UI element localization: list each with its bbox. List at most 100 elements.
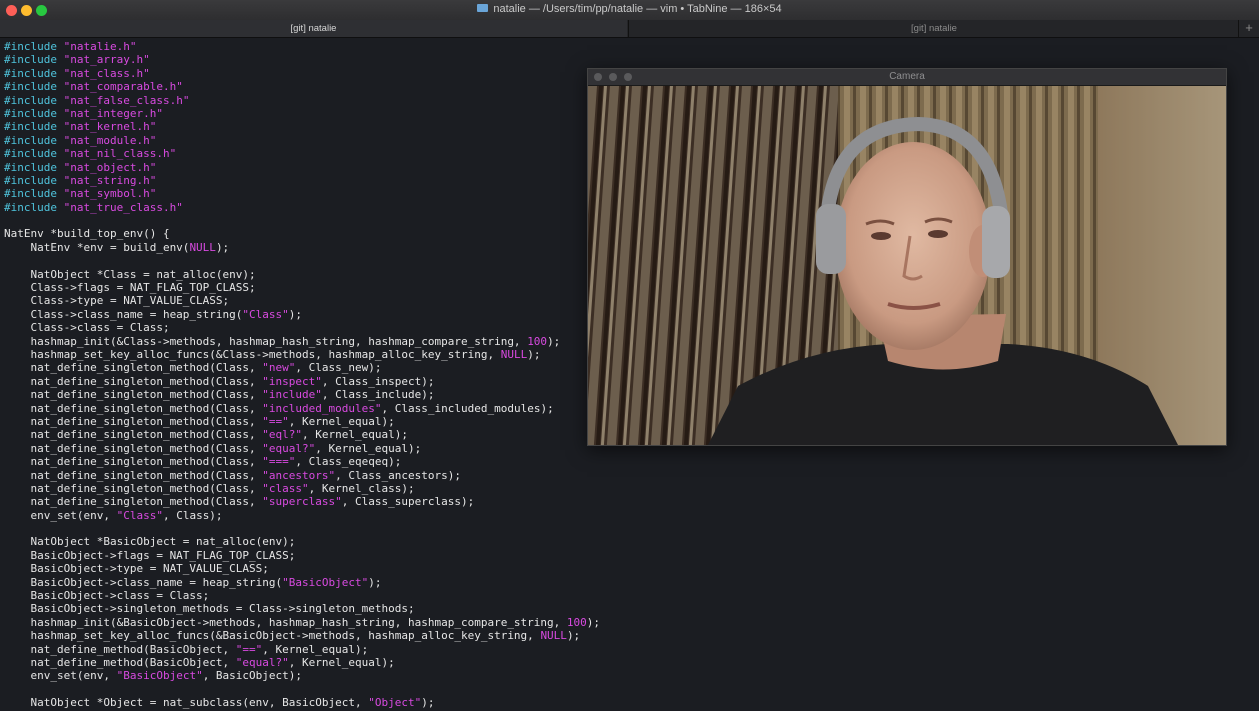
code-token: #include <box>4 133 64 147</box>
code-token: env_set(env, <box>4 508 117 522</box>
code-token: #include <box>4 93 64 107</box>
code-token: "inspect" <box>262 374 322 388</box>
code-token: "BasicObject" <box>116 669 203 683</box>
code-token: nat_define_singleton_method(Class, <box>4 414 263 428</box>
code-line: #include "nat_string.h" <box>4 174 624 187</box>
code-token: ); <box>547 334 561 348</box>
code-line: env_set(env, "BasicObject", BasicObject)… <box>4 669 624 682</box>
code-line: NatEnv *build_top_env() { <box>4 227 624 240</box>
code-token: Class->type = NAT_VALUE_CLASS; <box>4 294 230 308</box>
code-token: , Class_inspect); <box>321 374 435 388</box>
code-line: env_set(env, "Class", Class); <box>4 509 624 522</box>
code-line: hashmap_init(&BasicObject->methods, hash… <box>4 616 624 629</box>
code-token: nat_define_singleton_method(Class, <box>4 361 263 375</box>
code-line: NatObject *Class = nat_alloc(env); <box>4 268 624 281</box>
code-token: nat_define_singleton_method(Class, <box>4 388 263 402</box>
code-token: , Class_new); <box>295 361 382 375</box>
code-line: #include "nat_true_class.h" <box>4 201 624 214</box>
code-line: Class->class = Class; <box>4 321 624 334</box>
code-line: #include "nat_comparable.h" <box>4 80 624 93</box>
code-token: , Class_ancestors); <box>335 468 461 482</box>
code-line: nat_define_singleton_method(Class, "incl… <box>4 402 624 415</box>
code-token: nat_define_method(BasicObject, <box>4 655 236 669</box>
code-token: ); <box>527 347 541 361</box>
code-token: BasicObject->flags = NAT_FLAG_TOP_CLASS; <box>4 548 296 562</box>
code-line: #include "natalie.h" <box>4 40 624 53</box>
code-token: hashmap_set_key_alloc_funcs(&Class->meth… <box>4 347 501 361</box>
code-line: #include "nat_nil_class.h" <box>4 147 624 160</box>
code-line: Class->flags = NAT_FLAG_TOP_CLASS; <box>4 281 624 294</box>
code-token: "included_modules" <box>262 401 382 415</box>
code-line: #include "nat_array.h" <box>4 53 624 66</box>
code-token: BasicObject->type = NAT_VALUE_CLASS; <box>4 562 269 576</box>
new-tab-button[interactable]: + <box>1238 20 1259 37</box>
folder-icon <box>477 4 489 12</box>
code-token: #include <box>4 200 64 214</box>
code-line: nat_define_singleton_method(Class, "==",… <box>4 415 624 428</box>
code-token: nat_define_singleton_method(Class, <box>4 401 263 415</box>
code-token: BasicObject->class = Class; <box>4 589 210 603</box>
code-token: "natalie.h" <box>63 40 137 53</box>
code-token: nat_define_singleton_method(Class, <box>4 481 263 495</box>
code-token: "equal?" <box>235 655 289 669</box>
code-token: #include <box>4 80 64 94</box>
code-token: "new" <box>262 361 296 375</box>
code-line: nat_define_singleton_method(Class, "clas… <box>4 482 624 495</box>
code-token: "nat_comparable.h" <box>63 80 183 94</box>
code-token: hashmap_init(&BasicObject->methods, hash… <box>4 615 567 629</box>
camera-window[interactable]: Camera <box>587 68 1227 446</box>
code-token: #include <box>4 66 64 80</box>
code-token: NatObject *Object = nat_subclass(env, Ba… <box>4 696 369 710</box>
camera-video-feed <box>588 86 1226 445</box>
code-token: "==" <box>235 642 263 656</box>
code-line: BasicObject->class_name = heap_string("B… <box>4 576 624 589</box>
code-token: "==" <box>262 414 289 428</box>
code-token: "===" <box>262 455 296 469</box>
code-line: #include "nat_integer.h" <box>4 107 624 120</box>
code-token: NatObject *Class = nat_alloc(env); <box>4 267 256 281</box>
code-token: #include <box>4 40 64 53</box>
code-editor[interactable]: #include "natalie.h" #include "nat_array.… <box>4 40 624 711</box>
code-line: #include "nat_symbol.h" <box>4 187 624 200</box>
code-token: , Class); <box>162 508 223 522</box>
code-line: nat_define_singleton_method(Class, "==="… <box>4 455 624 468</box>
code-token: #include <box>4 173 64 187</box>
code-token: NatEnv *env = build_env( <box>4 240 190 254</box>
code-token: , Kernel_equal); <box>315 441 422 455</box>
tab-natalie-inactive[interactable]: [git] natalie <box>628 20 1239 37</box>
tab-natalie-active[interactable]: [git] natalie <box>0 20 627 37</box>
code-token: "eql?" <box>262 428 303 442</box>
code-line: NatObject *BasicObject = nat_alloc(env); <box>4 535 624 548</box>
code-token: "nat_nil_class.h" <box>63 147 177 161</box>
code-token: , Class_eqeqeq); <box>295 455 402 469</box>
code-line: #include "nat_kernel.h" <box>4 120 624 133</box>
code-token: 100 <box>527 334 548 348</box>
code-token: #include <box>4 160 64 174</box>
code-token: ); <box>421 696 435 710</box>
code-token: "nat_symbol.h" <box>63 187 157 201</box>
code-line: NatObject *Object = nat_subclass(env, Ba… <box>4 696 624 709</box>
code-token: "ancestors" <box>262 468 336 482</box>
code-line: #include "nat_class.h" <box>4 67 624 80</box>
code-token: ); <box>215 240 230 254</box>
code-token: nat_define_singleton_method(Class, <box>4 441 263 455</box>
code-token: nat_define_singleton_method(Class, <box>4 374 263 388</box>
tab-bar: [git] natalie [git] natalie + <box>0 20 1259 38</box>
code-token: "nat_kernel.h" <box>63 120 157 134</box>
code-line: hashmap_set_key_alloc_funcs(&BasicObject… <box>4 629 624 642</box>
code-line: nat_define_singleton_method(Class, "ance… <box>4 469 624 482</box>
code-line: #include "nat_false_class.h" <box>4 94 624 107</box>
code-token: "nat_module.h" <box>63 133 157 147</box>
window-title: natalie — /Users/tim/pp/natalie — vim • … <box>493 3 782 15</box>
code-token: ); <box>586 615 601 629</box>
code-token: "Object" <box>368 696 422 710</box>
code-token: NULL <box>500 347 528 361</box>
code-token: hashmap_init(&Class->methods, hashmap_ha… <box>4 334 528 348</box>
code-token: , Kernel_equal); <box>262 642 369 656</box>
code-token: env_set(env, <box>4 669 117 683</box>
code-token: ); <box>368 575 382 589</box>
code-token: nat_define_singleton_method(Class, <box>4 468 263 482</box>
window-titlebar: natalie — /Users/tim/pp/natalie — vim • … <box>0 0 1259 21</box>
code-token: nat_define_singleton_method(Class, <box>4 495 263 509</box>
